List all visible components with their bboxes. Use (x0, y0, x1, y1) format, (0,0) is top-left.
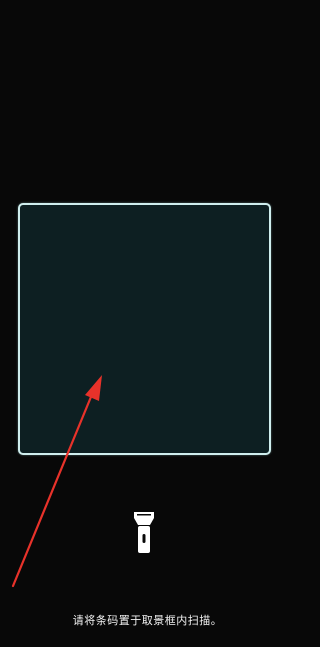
flashlight-icon (134, 512, 154, 553)
scan-hint-text: 请将条码置于取景框内扫描。 (72, 614, 223, 627)
barcode-scanner-screen: 请将条码置于取景框内扫描。 (0, 0, 295, 647)
scan-viewfinder-frame (18, 203, 271, 455)
flashlight-button[interactable] (131, 510, 157, 554)
